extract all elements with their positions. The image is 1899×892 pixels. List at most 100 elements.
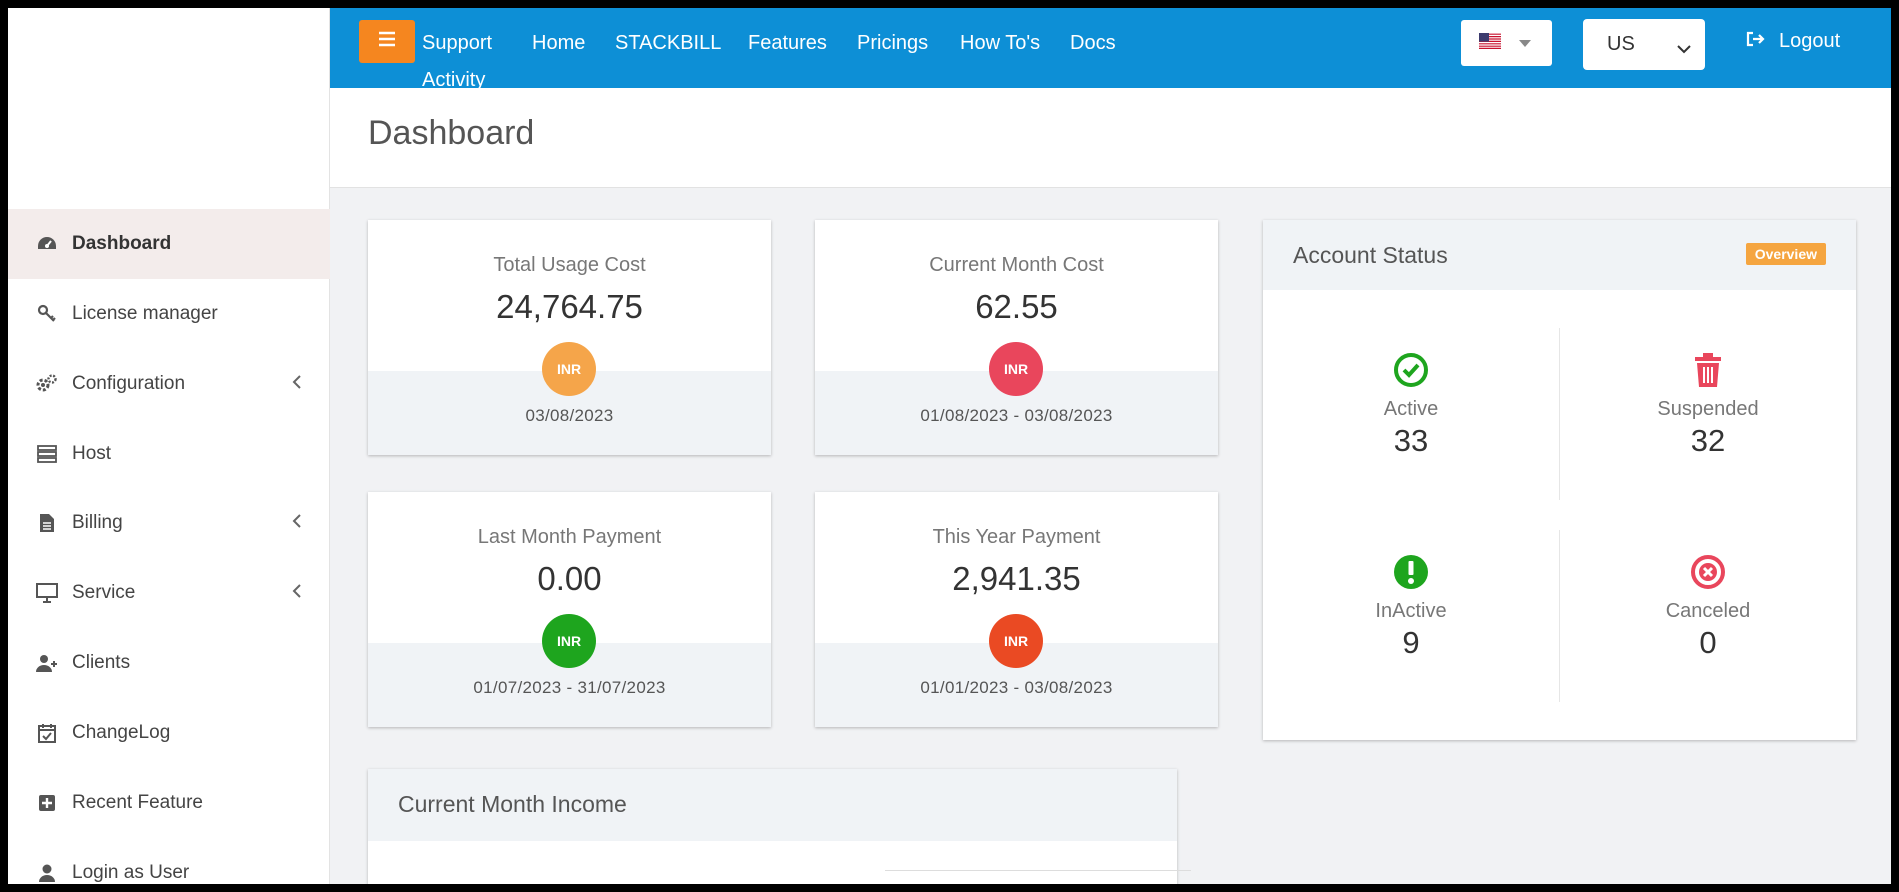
region-select[interactable]: US bbox=[1583, 19, 1705, 70]
sidebar-item-label: Recent Feature bbox=[72, 792, 203, 813]
chevron-left-icon bbox=[292, 373, 302, 395]
currency-badge: INR bbox=[989, 614, 1043, 668]
sign-out-icon bbox=[1746, 30, 1765, 53]
account-status-title: Account Status bbox=[1293, 242, 1448, 268]
currency-badge: INR bbox=[542, 342, 596, 396]
status-count: 33 bbox=[1393, 423, 1429, 458]
stat-card-date: 01/08/2023 - 03/08/2023 bbox=[920, 406, 1113, 425]
status-label: Canceled bbox=[1665, 600, 1751, 622]
monitor-icon bbox=[36, 582, 58, 604]
stat-card-caption: Total Usage Cost bbox=[493, 254, 646, 276]
income-title: Current Month Income bbox=[398, 791, 627, 817]
calendar-check-icon bbox=[36, 722, 58, 744]
menu-toggle-button[interactable] bbox=[359, 20, 415, 63]
currency-badge: INR bbox=[989, 342, 1043, 396]
nav-link-home[interactable]: Home bbox=[532, 32, 585, 55]
chevron-left-icon bbox=[292, 512, 302, 534]
currency-badge: INR bbox=[542, 614, 596, 668]
trash-icon bbox=[1560, 352, 1856, 390]
nav-link-docs[interactable]: Docs bbox=[1070, 32, 1116, 55]
sidebar-item-login-as-user[interactable]: Login as User bbox=[8, 838, 330, 884]
gears-icon bbox=[36, 373, 58, 395]
us-flag-icon bbox=[1479, 32, 1501, 54]
account-status-panel: Account Status Overview Active 33 Suspen… bbox=[1263, 220, 1856, 740]
nav-link-stackbill[interactable]: STACKBILL bbox=[615, 32, 721, 55]
chevron-left-icon bbox=[292, 582, 302, 604]
flag-dropdown[interactable] bbox=[1461, 20, 1552, 66]
region-select-value: US bbox=[1607, 33, 1635, 55]
stat-card-value: 2,941.35 bbox=[952, 560, 1081, 597]
status-active: Active 33 bbox=[1263, 352, 1559, 459]
sidebar-item-label: Dashboard bbox=[72, 233, 172, 254]
app-window: Dashboard License manager Configuration … bbox=[8, 8, 1891, 884]
sidebar-item-service[interactable]: Service bbox=[8, 558, 330, 628]
sidebar-item-recent-feature[interactable]: Recent Feature bbox=[8, 768, 330, 838]
hamburger-icon bbox=[378, 31, 396, 52]
stat-card-value: 0.00 bbox=[537, 560, 602, 597]
sidebar-item-billing[interactable]: Billing bbox=[8, 488, 330, 558]
sidebar: Dashboard License manager Configuration … bbox=[8, 8, 330, 884]
sidebar-item-license-manager[interactable]: License manager bbox=[8, 279, 330, 349]
page-header: Dashboard bbox=[330, 88, 1891, 188]
caret-down-icon bbox=[1519, 34, 1531, 52]
page-title: Dashboard bbox=[368, 114, 535, 152]
current-month-income-panel: Current Month Income bbox=[368, 769, 1191, 884]
sidebar-item-configuration[interactable]: Configuration bbox=[8, 349, 330, 419]
logout-label: Logout bbox=[1779, 30, 1841, 52]
document-icon bbox=[36, 512, 58, 534]
times-circle-icon bbox=[1560, 554, 1856, 592]
sidebar-item-label: License manager bbox=[72, 303, 218, 324]
nav-link-features[interactable]: Features bbox=[748, 32, 827, 55]
stat-card-date: 01/01/2023 - 03/08/2023 bbox=[920, 678, 1113, 697]
stat-card-caption: Last Month Payment bbox=[477, 526, 662, 548]
chevron-down-icon bbox=[1677, 37, 1691, 60]
nav-link-how-tos[interactable]: How To's bbox=[960, 32, 1040, 55]
status-label: InActive bbox=[1375, 600, 1447, 622]
income-header: Current Month Income bbox=[368, 769, 1177, 841]
overview-badge: Overview bbox=[1745, 243, 1826, 265]
sidebar-item-label: Clients bbox=[72, 652, 131, 673]
status-label: Active bbox=[1383, 398, 1439, 420]
sidebar-item-dashboard[interactable]: Dashboard bbox=[8, 209, 330, 279]
divider bbox=[885, 870, 1191, 871]
sidebar-item-changelog[interactable]: ChangeLog bbox=[8, 698, 330, 768]
sidebar-item-host[interactable]: Host bbox=[8, 419, 330, 489]
sidebar-item-label: ChangeLog bbox=[72, 722, 171, 743]
sidebar-item-label: Login as User bbox=[72, 862, 190, 883]
dashboard-icon bbox=[36, 233, 58, 255]
server-icon bbox=[36, 443, 58, 465]
stat-card-total-usage-cost: Total Usage Cost 24,764.75 INR 03/08/202… bbox=[368, 220, 771, 455]
sidebar-item-label: Billing bbox=[72, 512, 123, 533]
status-count: 0 bbox=[1699, 625, 1717, 660]
logout-button[interactable]: Logout bbox=[1746, 30, 1840, 53]
plus-square-icon bbox=[36, 792, 58, 814]
stat-card-this-year-payment: This Year Payment 2,941.35 INR 01/01/202… bbox=[815, 492, 1218, 727]
stat-card-caption: Current Month Cost bbox=[929, 254, 1104, 276]
stat-card-date: 01/07/2023 - 31/07/2023 bbox=[473, 678, 666, 697]
stat-card-current-month-cost: Current Month Cost 62.55 INR 01/08/2023 … bbox=[815, 220, 1218, 455]
nav-link-pricings[interactable]: Pricings bbox=[857, 32, 928, 55]
stat-card-last-month-payment: Last Month Payment 0.00 INR 01/07/2023 -… bbox=[368, 492, 771, 727]
user-plus-icon bbox=[36, 652, 58, 674]
status-inactive: InActive 9 bbox=[1263, 554, 1559, 661]
stat-card-value: 62.55 bbox=[975, 288, 1058, 325]
account-status-header: Account Status Overview bbox=[1263, 220, 1856, 290]
user-icon bbox=[36, 862, 58, 884]
sidebar-item-label: Configuration bbox=[72, 373, 186, 394]
stat-card-caption: This Year Payment bbox=[932, 526, 1101, 548]
status-label: Suspended bbox=[1657, 398, 1759, 420]
sidebar-item-clients[interactable]: Clients bbox=[8, 628, 330, 698]
sidebar-item-label: Service bbox=[72, 582, 136, 603]
key-icon bbox=[36, 303, 58, 325]
top-navbar: Support Home STACKBILL Features Pricings… bbox=[330, 8, 1891, 91]
stat-card-date: 03/08/2023 bbox=[525, 406, 614, 425]
status-canceled: Canceled 0 bbox=[1560, 554, 1856, 661]
status-count: 9 bbox=[1402, 625, 1420, 660]
sidebar-item-label: Host bbox=[72, 443, 112, 464]
nav-link-support[interactable]: Support bbox=[422, 32, 492, 55]
check-circle-icon bbox=[1263, 352, 1559, 390]
exclamation-circle-icon bbox=[1263, 554, 1559, 592]
status-count: 32 bbox=[1690, 423, 1726, 458]
stat-card-value: 24,764.75 bbox=[496, 288, 643, 325]
status-suspended: Suspended 32 bbox=[1560, 352, 1856, 459]
